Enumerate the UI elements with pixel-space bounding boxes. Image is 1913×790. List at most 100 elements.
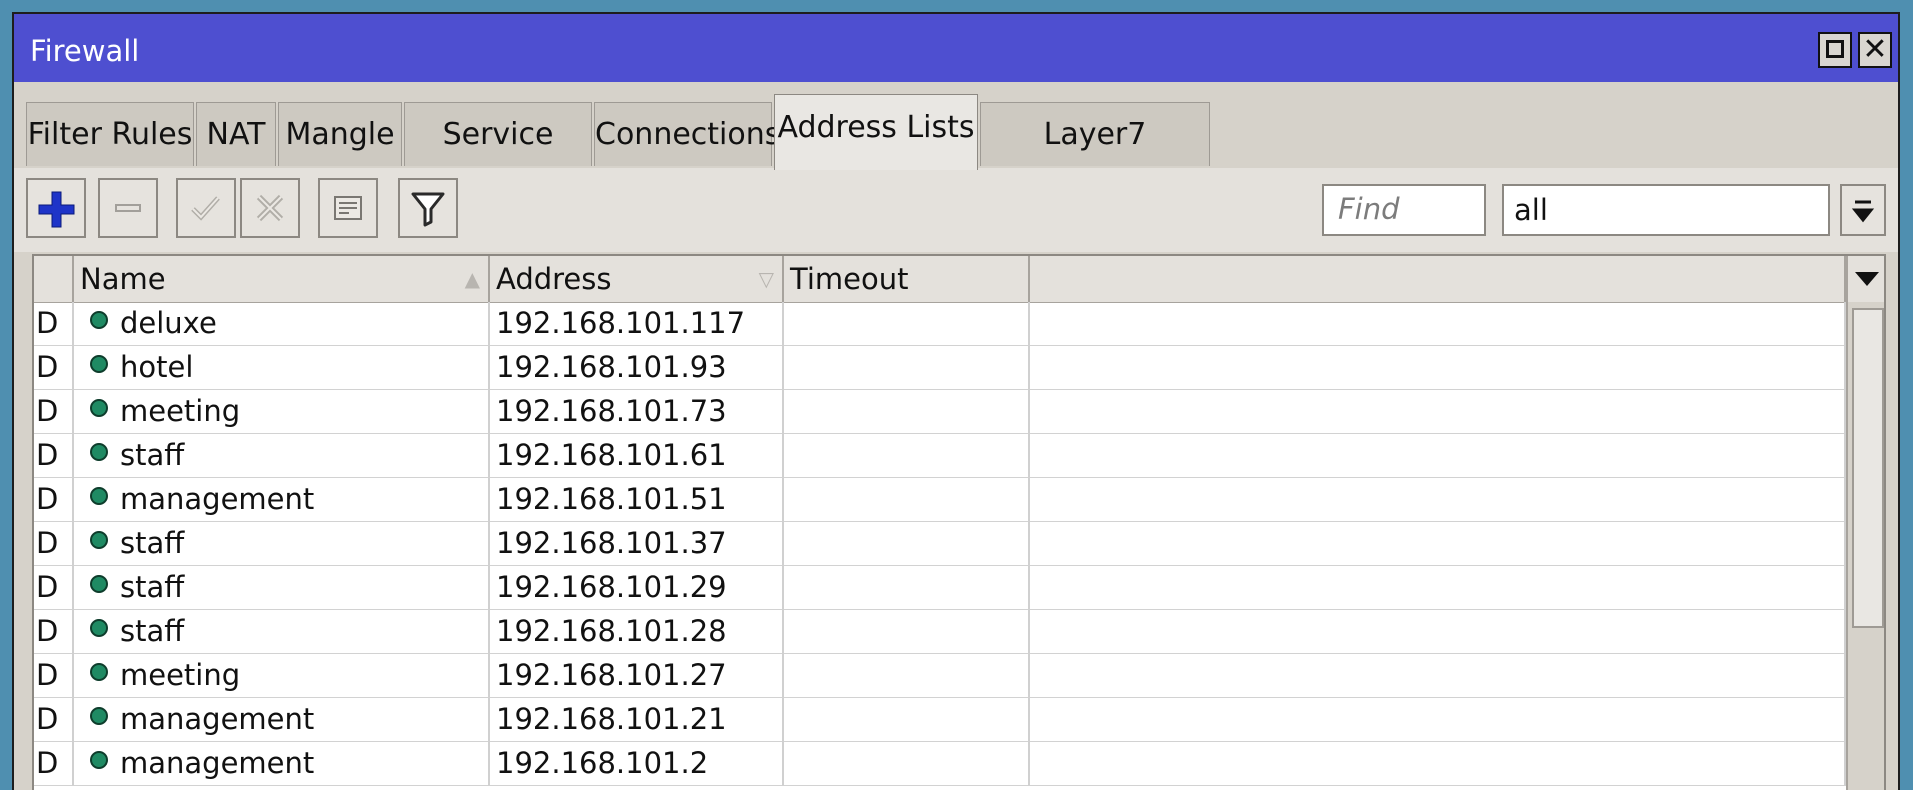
table-row[interactable]: D meeting 192.168.101.73 — [34, 390, 1846, 434]
address-cell: 192.168.101.21 — [490, 698, 784, 742]
timeout-cell — [784, 522, 1030, 566]
column-header-blank[interactable] — [1030, 256, 1846, 302]
name-cell: management — [74, 742, 490, 786]
add-button[interactable] — [26, 178, 86, 238]
address-cell: 192.168.101.28 — [490, 610, 784, 654]
column-chooser-button[interactable] — [1848, 256, 1884, 302]
tab-mangle[interactable]: Mangle — [278, 102, 402, 166]
address-cell: 192.168.101.27 — [490, 654, 784, 698]
tab-service-ports[interactable]: Service Ports — [404, 102, 592, 216]
table-row[interactable]: D staff 192.168.101.29 — [34, 566, 1846, 610]
remove-icon — [115, 204, 141, 212]
filter-button[interactable] — [398, 178, 458, 238]
comment-button[interactable] — [318, 178, 378, 238]
status-dot-icon — [90, 575, 108, 593]
name-text: staff — [120, 570, 185, 604]
toolbar: Find all — [14, 168, 1898, 252]
column-header-name[interactable]: Name ▲ — [74, 256, 490, 302]
name-text: staff — [120, 438, 185, 472]
find-input[interactable]: Find — [1322, 184, 1486, 236]
status-dot-icon — [90, 531, 108, 549]
blank-cell — [1030, 742, 1846, 786]
timeout-cell — [784, 434, 1030, 478]
add-icon — [38, 191, 75, 228]
status-dot-icon — [90, 619, 108, 637]
blank-cell — [1030, 302, 1846, 346]
title-bar: Firewall ✕ — [14, 14, 1898, 82]
name-cell: hotel — [74, 346, 490, 390]
address-cell: 192.168.101.29 — [490, 566, 784, 610]
timeout-cell — [784, 390, 1030, 434]
blank-cell — [1030, 610, 1846, 654]
chevron-down-icon — [1855, 272, 1879, 286]
name-cell: staff — [74, 610, 490, 654]
timeout-cell — [784, 302, 1030, 346]
name-text: hotel — [120, 350, 194, 384]
table-row[interactable]: D management 192.168.101.21 — [34, 698, 1846, 742]
tab-filter-rules[interactable]: Filter Rules — [26, 102, 194, 166]
table-row[interactable]: D staff 192.168.101.61 — [34, 434, 1846, 478]
tab-nat[interactable]: NAT — [196, 102, 276, 166]
status-dot-icon — [90, 399, 108, 417]
table-header: Name ▲ Address ▽ Timeout — [34, 256, 1846, 303]
scrollbar-thumb[interactable] — [1852, 308, 1884, 628]
table-row[interactable]: D staff 192.168.101.28 — [34, 610, 1846, 654]
maximize-button[interactable] — [1818, 32, 1852, 68]
status-dot-icon — [90, 355, 108, 373]
table-row[interactable]: D deluxe 192.168.101.117 — [34, 302, 1846, 346]
timeout-cell — [784, 566, 1030, 610]
vertical-scrollbar[interactable] — [1846, 256, 1884, 790]
blank-cell — [1030, 698, 1846, 742]
table-row[interactable]: D management 192.168.101.2 — [34, 742, 1846, 786]
disable-button[interactable] — [240, 178, 300, 238]
tab-layer7-protocols[interactable]: Layer7 Protocols — [980, 102, 1210, 216]
table-row[interactable]: D staff 192.168.101.37 — [34, 522, 1846, 566]
filter-select[interactable]: all — [1502, 184, 1830, 236]
table-row[interactable]: D hotel 192.168.101.93 — [34, 346, 1846, 390]
name-cell: management — [74, 698, 490, 742]
remove-button[interactable] — [98, 178, 158, 238]
table-row[interactable]: D meeting 192.168.101.27 — [34, 654, 1846, 698]
status-dot-icon — [90, 487, 108, 505]
name-cell: management — [74, 478, 490, 522]
timeout-cell — [784, 698, 1030, 742]
sort-descending-icon: ▽ — [758, 267, 774, 291]
close-button[interactable]: ✕ — [1858, 32, 1892, 68]
blank-cell — [1030, 434, 1846, 478]
blank-cell — [1030, 566, 1846, 610]
window-title: Firewall — [30, 34, 140, 68]
status-dot-icon — [90, 751, 108, 769]
tab-connections[interactable]: Connections — [594, 102, 780, 166]
flag-cell: D — [34, 566, 74, 610]
filter-select-dropdown-button[interactable] — [1840, 184, 1886, 236]
comment-icon — [334, 196, 362, 220]
tab-address-lists[interactable]: Address Lists — [774, 94, 978, 170]
name-text: management — [120, 482, 315, 516]
column-header-timeout[interactable]: Timeout — [784, 256, 1030, 302]
timeout-cell — [784, 478, 1030, 522]
enable-button[interactable] — [176, 178, 236, 238]
table-row[interactable]: D management 192.168.101.51 — [34, 478, 1846, 522]
timeout-cell — [784, 346, 1030, 390]
filter-icon — [411, 192, 445, 227]
name-text: deluxe — [120, 306, 217, 340]
address-cell: 192.168.101.93 — [490, 346, 784, 390]
column-header-flags[interactable] — [34, 256, 74, 302]
name-cell: meeting — [74, 654, 490, 698]
blank-cell — [1030, 522, 1846, 566]
column-header-address[interactable]: Address ▽ — [490, 256, 784, 302]
name-cell: staff — [74, 566, 490, 610]
blank-cell — [1030, 346, 1846, 390]
flag-cell: D — [34, 390, 74, 434]
enable-icon — [191, 196, 220, 221]
address-cell: 192.168.101.117 — [490, 302, 784, 346]
address-list-table: Name ▲ Address ▽ Timeout D deluxe 192.16… — [32, 254, 1886, 790]
name-cell: staff — [74, 522, 490, 566]
maximize-icon — [1826, 40, 1844, 58]
sort-ascending-icon: ▲ — [464, 267, 480, 291]
name-text: management — [120, 746, 315, 780]
blank-cell — [1030, 654, 1846, 698]
flag-cell: D — [34, 346, 74, 390]
timeout-cell — [784, 742, 1030, 786]
name-text: staff — [120, 526, 185, 560]
